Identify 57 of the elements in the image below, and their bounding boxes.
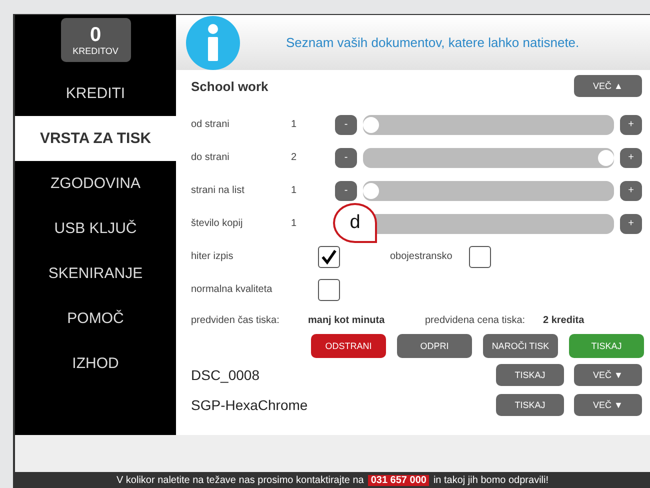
print-button[interactable]: TISKAJ [496,364,564,386]
setting-label: od strani [191,119,230,130]
setting-value: 1 [291,185,298,196]
plus-button[interactable]: + [620,180,642,200]
footer-text: in takoj jih bomo odpravili! [433,474,549,486]
option-label: obojestransko [390,251,454,262]
sidebar-item[interactable]: POMOČ [15,296,176,341]
credit-label: KREDITOV [72,46,118,56]
header-message: Seznam vaših dokumentov, katere lahko natisnete. [286,35,580,50]
plus-button[interactable]: + [620,214,642,234]
estimate-label: predviden čas tiska: [191,314,280,326]
sidebar-item[interactable]: SKENIRANJE [15,251,176,296]
setting-label: do strani [191,152,230,163]
action-button[interactable]: ODSTRANI [311,334,386,358]
document-name[interactable]: SGP-HexaChrome [191,397,486,413]
estimate-value: 2 kredita [543,314,584,326]
checkbox[interactable] [318,246,340,268]
minus-button[interactable]: - [335,114,357,134]
phone-number: 031 657 000 [368,474,430,486]
setting-value: 1 [291,119,298,130]
sidebar-item[interactable]: ZGODOVINA [15,161,176,206]
footer-text: V kolikor naletite na težave nas prosimo kontaktirajte na [116,474,364,486]
estimate-label: predvidena cena tiska: [425,314,526,326]
annotation-tooltip: d [333,203,377,243]
action-button[interactable]: TISKAJ [569,334,644,358]
setting-label: število kopij [191,218,244,229]
slider-track[interactable] [363,148,614,168]
print-button[interactable]: TISKAJ [496,394,564,416]
checkbox[interactable] [469,246,491,268]
sidebar-item[interactable]: IZHOD [15,341,176,386]
action-button[interactable]: ODPRI [397,334,472,358]
setting-value: 2 [291,152,298,163]
slider-track[interactable] [363,114,614,134]
document-title: School work [191,79,268,94]
slider-thumb[interactable] [363,182,379,198]
plus-button[interactable]: + [620,114,642,134]
document-name[interactable]: DSC_0008 [191,367,486,383]
more-button[interactable]: VEČ ▼ [574,364,642,386]
estimate-value: manj kot minuta [308,314,386,326]
setting-label: strani na list [191,185,246,196]
minus-button[interactable]: - [335,148,357,168]
setting-value: 1 [291,218,298,229]
sidebar-item[interactable]: VRSTA ZA TISK [15,116,176,161]
more-button[interactable]: VEČ ▲ [574,75,642,97]
checkbox[interactable] [318,278,340,300]
credit-count: 0 [90,24,102,46]
more-button[interactable]: VEČ ▼ [574,394,642,416]
minus-button[interactable]: - [335,180,357,200]
plus-button[interactable]: + [620,148,642,168]
slider-thumb[interactable] [598,150,614,166]
slider-track[interactable] [363,180,614,200]
option-label: hiter izpis [191,251,234,262]
sidebar-item[interactable]: KREDITI [15,71,176,116]
option-label: normalna kvaliteta [191,284,274,295]
action-button[interactable]: NAROČI TISK [483,334,558,358]
slider-thumb[interactable] [363,116,379,132]
sidebar-item[interactable]: USB KLJUČ [15,206,176,251]
